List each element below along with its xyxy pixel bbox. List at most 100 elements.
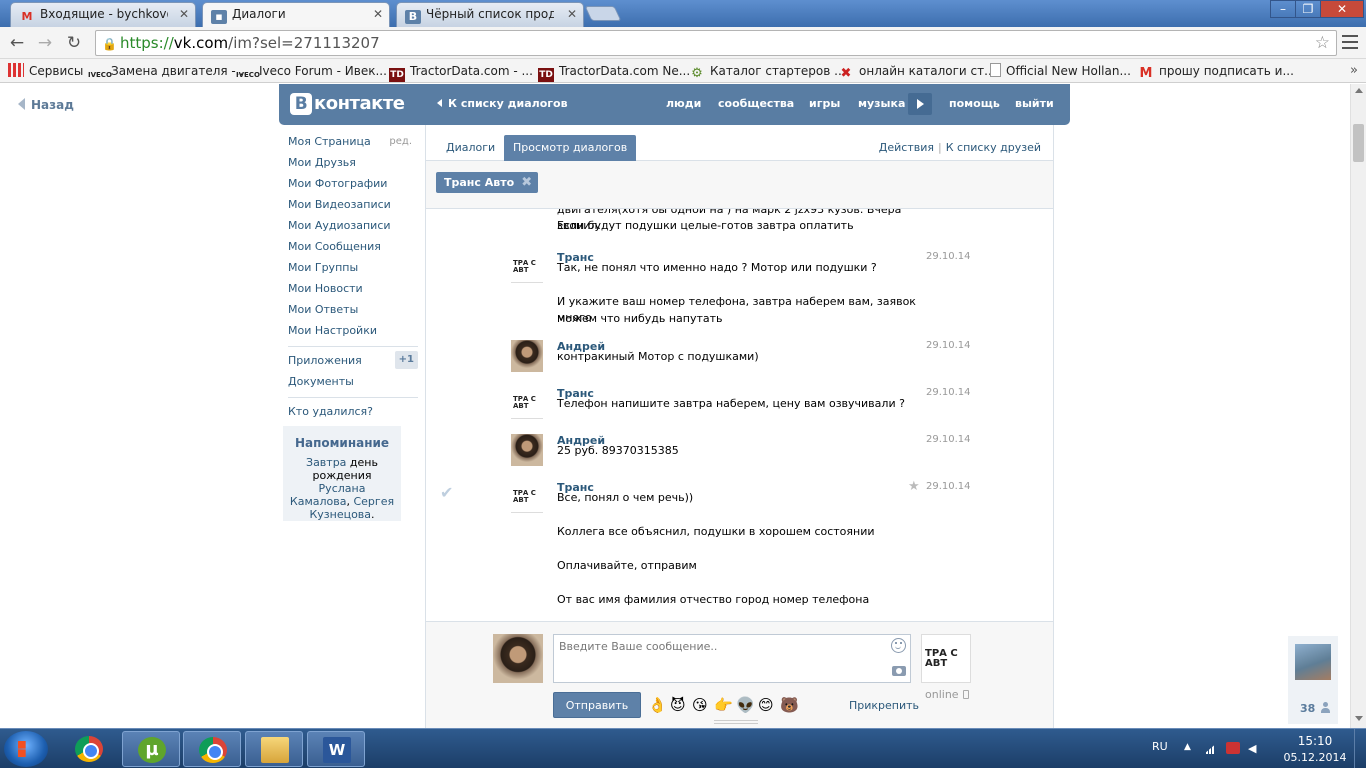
tab-dialogs[interactable]: ▪ Диалоги ✕: [202, 2, 390, 27]
peer-avatar[interactable]: ТРА С АВТ: [921, 634, 971, 683]
message-date[interactable]: 29.10.14: [926, 387, 971, 398]
menu-my-answers[interactable]: Мои Ответы: [288, 302, 418, 323]
menu-my-videos[interactable]: Мои Видеозаписи: [288, 197, 418, 218]
message-date[interactable]: 29.10.14: [926, 340, 971, 351]
scroll-up-arrow-icon[interactable]: [1355, 88, 1363, 93]
clock-date[interactable]: 05.12.2014: [1280, 751, 1350, 764]
emoji-kiss-icon[interactable]: 😘: [692, 696, 708, 714]
start-button[interactable]: [4, 731, 48, 767]
tab-close-icon[interactable]: ✕: [179, 7, 189, 21]
address-bar[interactable]: 🔒 https://vk.com/im?sel=271113207 ☆: [95, 30, 1337, 56]
edit-link[interactable]: ред.: [389, 135, 412, 149]
tab-dialogs-list[interactable]: Диалоги: [437, 135, 504, 161]
message-avatar[interactable]: ТРА С АВТ: [511, 481, 543, 513]
message-avatar[interactable]: ТРА С АВТ: [511, 251, 543, 283]
network-icon[interactable]: [1226, 742, 1240, 754]
menu-my-friends[interactable]: Мои Друзья: [288, 155, 418, 176]
emoji-alien-icon[interactable]: 👽: [736, 696, 755, 714]
message-avatar[interactable]: ТРА С АВТ: [511, 387, 543, 419]
camera-icon[interactable]: [892, 666, 906, 676]
tab-close-icon[interactable]: ✕: [373, 7, 383, 21]
audio-play-icon[interactable]: [908, 93, 932, 115]
message-avatar[interactable]: [511, 340, 543, 372]
taskbar-utorrent[interactable]: µ: [122, 731, 180, 767]
bookmark-item[interactable]: IVECOIveco Forum - Ивек...: [236, 63, 387, 81]
tab-close-icon[interactable]: ✕: [567, 7, 577, 21]
clock-time[interactable]: 15:10: [1290, 734, 1340, 748]
emoji-bear-icon[interactable]: 🐻: [780, 696, 799, 714]
emoji-ok-icon[interactable]: 👌: [648, 696, 667, 714]
nav-communities[interactable]: сообщества: [718, 97, 794, 110]
actions-link[interactable]: Действия: [879, 141, 934, 154]
tab-gmail-inbox[interactable]: M Входящие - bychkov@sp ✕: [10, 2, 196, 27]
attach-link[interactable]: Прикрепить: [849, 699, 919, 712]
minimize-button[interactable]: –: [1270, 0, 1296, 18]
scroll-thumb[interactable]: [1353, 124, 1364, 162]
page-scrollbar[interactable]: [1350, 84, 1366, 728]
bookmark-item[interactable]: ⚙ Каталог стартеров ...: [689, 63, 845, 81]
nav-help[interactable]: помощь: [949, 97, 1000, 110]
bookmark-item[interactable]: IVECOЗамена двигателя -...: [88, 63, 247, 81]
my-avatar[interactable]: [493, 634, 543, 683]
language-indicator[interactable]: RU: [1152, 740, 1168, 753]
menu-documents[interactable]: Документы: [288, 374, 418, 395]
forward-arrow-icon[interactable]: →: [34, 33, 56, 53]
taskbar-chrome-window[interactable]: [183, 731, 241, 767]
message-date[interactable]: 29.10.14: [926, 481, 971, 492]
emoji-point-icon[interactable]: 👉: [714, 696, 733, 714]
back-arrow-icon[interactable]: ←: [6, 33, 28, 53]
reminder-tomorrow-link[interactable]: Завтра: [306, 456, 346, 469]
nav-games[interactable]: игры: [809, 97, 840, 110]
message-input[interactable]: Введите Ваше сообщение..: [553, 634, 911, 683]
message-date[interactable]: 29.10.14: [926, 251, 971, 262]
message-avatar[interactable]: [511, 434, 543, 466]
bookmarks-overflow-button[interactable]: »: [1350, 63, 1358, 78]
menu-my-groups[interactable]: Мои Группы: [288, 260, 418, 281]
scroll-down-arrow-icon[interactable]: [1355, 716, 1363, 721]
menu-my-news[interactable]: Мои Новости: [288, 281, 418, 302]
tab-dialog-view[interactable]: Просмотр диалогов: [504, 135, 637, 161]
bookmark-apps[interactable]: Сервисы: [8, 63, 83, 81]
show-desktop-button[interactable]: [1354, 729, 1366, 768]
emoji-picker-icon[interactable]: [891, 638, 906, 653]
friends-list-link[interactable]: К списку друзей: [946, 141, 1041, 154]
bookmark-item[interactable]: ✖ онлайн каталоги ст...: [838, 63, 996, 81]
close-window-button[interactable]: ✕: [1320, 0, 1364, 18]
nav-people[interactable]: люди: [666, 97, 701, 110]
online-friends-count[interactable]: 38: [1300, 702, 1315, 715]
bookmark-item[interactable]: TD TractorData.com Ne...: [538, 63, 690, 82]
nav-music[interactable]: музыка: [858, 97, 905, 110]
volume-icon[interactable]: ◀: [1248, 742, 1262, 755]
taskbar-chrome[interactable]: [60, 731, 118, 767]
close-icon[interactable]: ✖: [521, 172, 532, 193]
to-dialog-list-link[interactable]: К списку диалогов: [437, 97, 568, 110]
tray-expand-icon[interactable]: ▲: [1184, 742, 1198, 754]
restore-button[interactable]: ❐: [1295, 0, 1321, 18]
menu-my-settings[interactable]: Мои Настройки: [288, 323, 418, 344]
signal-icon[interactable]: [1204, 742, 1218, 754]
back-link[interactable]: Назад: [18, 98, 74, 112]
send-button[interactable]: Отправить: [553, 692, 641, 718]
chrome-menu-icon[interactable]: [1342, 35, 1358, 49]
taskbar-explorer[interactable]: [245, 731, 303, 767]
bookmark-item[interactable]: Official New Hollan...: [990, 63, 1131, 81]
menu-apps[interactable]: Приложения +1: [288, 351, 418, 374]
friend-avatar[interactable]: [1295, 644, 1331, 680]
menu-my-audio[interactable]: Мои Аудиозаписи: [288, 218, 418, 239]
menu-my-messages[interactable]: Мои Сообщения: [288, 239, 418, 260]
menu-who-deleted[interactable]: Кто удалился?: [288, 404, 418, 425]
bookmark-star-icon[interactable]: ☆: [1315, 31, 1330, 55]
resize-grip[interactable]: [714, 720, 758, 724]
reload-icon[interactable]: ↻: [63, 33, 85, 53]
peer-chip[interactable]: Транс Авто ✖: [436, 172, 539, 193]
menu-my-photos[interactable]: Мои Фотографии: [288, 176, 418, 197]
bookmark-item[interactable]: Mпрошу подписать и...: [1138, 63, 1294, 81]
message-date[interactable]: 29.10.14: [926, 434, 971, 445]
emoji-devil-icon[interactable]: 😈: [670, 696, 686, 714]
tab-blacklist[interactable]: B Чёрный список продавцо ✕: [396, 2, 584, 27]
nav-logout[interactable]: выйти: [1015, 97, 1054, 110]
vk-logo[interactable]: Вконтакте: [290, 93, 405, 115]
menu-my-page[interactable]: Моя Страница ред.: [288, 134, 418, 155]
taskbar-word[interactable]: W: [307, 731, 365, 767]
bookmark-item[interactable]: TD TractorData.com - ...: [389, 63, 533, 82]
